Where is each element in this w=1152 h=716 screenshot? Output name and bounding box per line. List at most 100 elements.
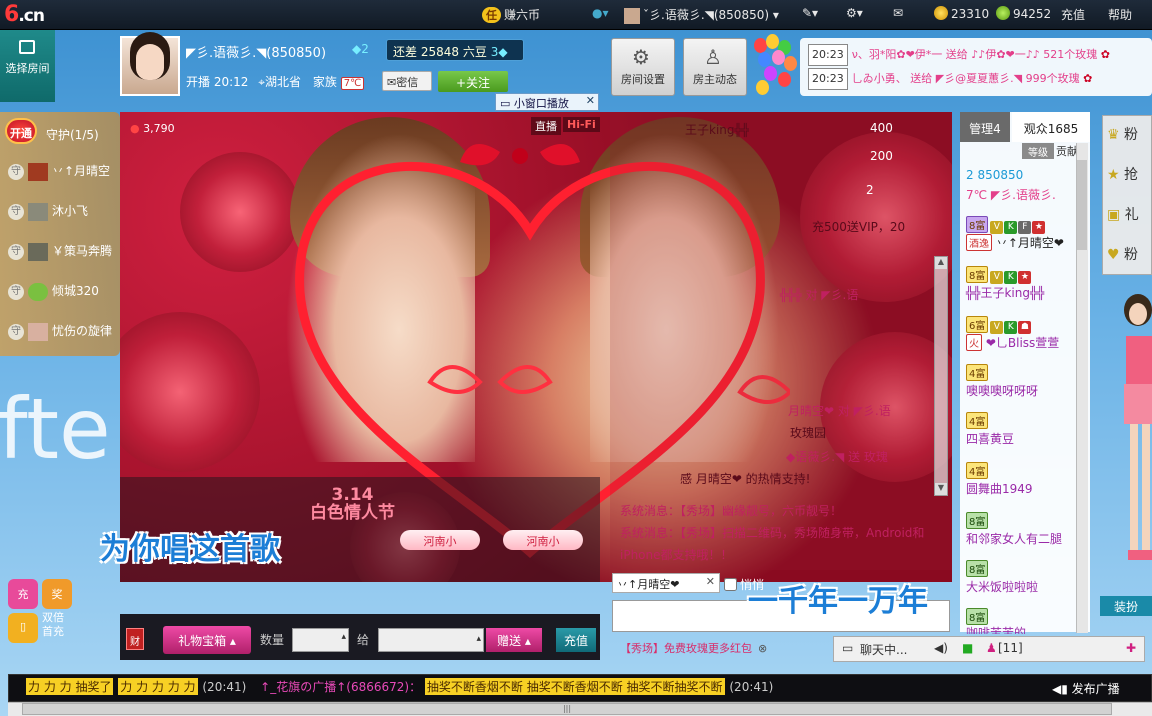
select-room-button[interactable]: 选择房间 <box>0 30 55 102</box>
room-icon <box>19 40 35 54</box>
promo-link[interactable]: 【秀场】免费玫瑰更多红包 ⊗ <box>620 640 767 656</box>
earn-coins-link[interactable]: 任赚六币 <box>482 6 540 23</box>
broadcast-text: 力 力 力 抽奖了 力 力 力 力 力 (20:41) ↑_花旗の广播↑(686… <box>26 678 774 695</box>
promo-widget[interactable]: 充 奖 ▯ 双倍 首充 <box>6 577 72 643</box>
user-menu[interactable]: ˇ彡.语薇彡.◥(850850) ▾ <box>624 6 779 24</box>
hifi-tag: Hi-Fi <box>563 117 600 132</box>
audience-row[interactable]: 4富 <box>966 364 1086 381</box>
speaker-icon[interactable]: ◀) <box>934 641 948 655</box>
audience-row-name[interactable]: 和邻家女人有二腿 <box>966 530 1086 547</box>
audience-row-name[interactable]: 噢噢噢呀呀呀 <box>966 382 1086 399</box>
star-icon: ★ <box>1107 167 1120 183</box>
recharge-link[interactable]: 充值 <box>1061 6 1085 23</box>
chat-line: ◆语薇彡.◥ 送 玫瑰 <box>786 450 888 464</box>
charge-icon[interactable]: 充 <box>8 579 38 609</box>
scroll-down-icon[interactable]: ▼ <box>935 483 947 495</box>
room-settings-button[interactable]: ⚙ 房间设置 <box>611 38 675 96</box>
balloons-decoration <box>750 32 800 102</box>
chat-line: 充500送VIP，20 <box>812 220 906 234</box>
scroll-up-icon[interactable]: ▲ <box>935 257 947 269</box>
double-first-charge[interactable]: 双倍 首充 <box>42 611 64 639</box>
chevron-down-icon[interactable]: ▴ <box>341 632 346 642</box>
guard-item[interactable]: 守 ￥策马奔腾 <box>8 242 118 264</box>
audience-row-name[interactable]: 大米饭啦啦啦 <box>966 578 1086 595</box>
chat-line: 200 <box>870 149 893 163</box>
quantity-input[interactable]: ▴ <box>292 628 349 652</box>
background-watermark: fte <box>0 380 111 478</box>
add-icon[interactable]: ✚ <box>1126 641 1136 655</box>
anchor-avatar[interactable] <box>120 36 180 96</box>
chat-line: ╬╬╬ 对 ◤彡.语 <box>780 288 859 302</box>
close-icon[interactable]: ⊗ <box>758 642 767 655</box>
gift-button[interactable]: ▣ 礼 <box>1107 196 1152 230</box>
audience-row[interactable]: 8富 V K ★ <box>966 266 1086 284</box>
audience-row-name[interactable]: 咖啡苦苦的 <box>966 624 1086 634</box>
edit-icon[interactable]: ✎▾ <box>802 6 818 20</box>
status-dot-icon[interactable]: ●▾ <box>592 6 609 20</box>
family-tag[interactable]: 7℃ <box>340 77 365 90</box>
audience-row-name[interactable]: 酒逸 丷↑月晴空❤ <box>966 234 1086 251</box>
audience-row-name[interactable]: ╬╬王子king╬╬ <box>966 284 1086 301</box>
side-actions: ♛ 粉 ★ 抢 ▣ 礼 ♥ 粉 <box>1102 115 1152 275</box>
tab-audience[interactable]: 观众1685 <box>1012 112 1090 142</box>
site-logo[interactable]: 6.cn <box>4 2 45 27</box>
anchor-level-badge: ◆2 <box>352 42 369 56</box>
chat-bubble-icon: ▭ <box>842 641 854 655</box>
mail-icon[interactable]: ✉ <box>893 6 903 20</box>
audience-row[interactable]: 6富 V K ☗ <box>966 316 1086 334</box>
publish-broadcast-button[interactable]: ◀▮ 发布广播 <box>1052 676 1146 700</box>
window-icon: ▭ <box>500 97 511 110</box>
send-gift-button[interactable]: 赠送 ▴ <box>486 628 542 652</box>
settings-gear-icon[interactable]: ⚙▾ <box>846 6 863 20</box>
fan-name-tag: 河南小 <box>503 530 583 550</box>
audience-row[interactable]: 8富 <box>966 560 1086 577</box>
audience-row[interactable]: 8富 V K F ★ <box>966 216 1086 234</box>
close-icon[interactable]: ✕ <box>586 94 595 107</box>
dress-up-button[interactable]: 装扮 <box>1100 596 1152 616</box>
mini-window-button[interactable]: ▭ 小窗口播放 ✕ <box>495 93 599 111</box>
audience-row[interactable]: 8富 <box>966 608 1086 625</box>
gift-icon: ▣ <box>1107 207 1121 223</box>
private-message-button[interactable]: ✉密信 <box>382 71 432 91</box>
chat-target-select[interactable]: 丷↑月晴空❤ ✕ <box>612 573 720 593</box>
gift-box-button[interactable]: 礼物宝箱 ▴ <box>163 626 251 654</box>
green-balance: 94252 <box>996 6 1051 21</box>
chevron-down-icon[interactable]: ▴ <box>476 634 481 644</box>
shield-icon: 守 <box>8 163 24 180</box>
horizontal-scroll-thumb[interactable]: ||| <box>22 703 1112 715</box>
audience-row[interactable]: 4富 <box>966 412 1086 429</box>
host-dynamics-button[interactable]: ♙ 房主动态 <box>683 38 747 96</box>
guard-item[interactable]: 守忧伤の旋律 <box>8 322 118 344</box>
audience-row[interactable]: 4富 <box>966 462 1086 479</box>
anchor-name[interactable]: ◤彡.语薇彡.◥(850850) <box>186 42 326 61</box>
prize-icon[interactable]: 奖 <box>42 579 72 609</box>
phone-icon[interactable]: ▯ <box>8 613 38 643</box>
guard-item[interactable]: 守倾城320 <box>8 282 118 304</box>
whisper-check[interactable] <box>724 578 737 591</box>
audience-row[interactable]: 7℃ ◤彡.语薇彡. <box>966 186 1086 203</box>
fans-heart-button[interactable]: ♥ 粉 <box>1107 236 1152 270</box>
audience-row-name[interactable]: 圆舞曲1949 <box>966 480 1086 497</box>
close-icon[interactable]: ✕ <box>706 575 715 588</box>
audience-row-name[interactable]: 火 ❤乚Bliss萱萱 <box>966 334 1086 351</box>
chat-line: 玫瑰园 <box>790 426 827 440</box>
recharge-button[interactable]: 充值 <box>556 628 596 652</box>
sort-by-level[interactable]: 等级 <box>1022 143 1054 159</box>
guard-item[interactable]: 守丷↑月晴空 <box>8 162 118 184</box>
open-guard-button[interactable]: 开通 <box>5 118 37 144</box>
guard-item[interactable]: 守沐小飞 <box>8 202 118 224</box>
grab-button[interactable]: ★ 抢 <box>1107 156 1152 190</box>
tab-admins[interactable]: 管理4 <box>960 112 1010 142</box>
audience-row[interactable]: 2 850850 <box>966 168 1086 182</box>
audience-row-name[interactable]: 四喜黄豆 <box>966 430 1086 447</box>
chat-status-label[interactable]: 聊天中... <box>860 641 907 658</box>
gear-icon: ⚙ <box>632 45 650 69</box>
cai-icon[interactable]: 财 <box>126 628 144 650</box>
fans-button[interactable]: ♛ 粉 <box>1107 116 1152 150</box>
audience-row[interactable]: 8富 <box>966 512 1086 529</box>
help-link[interactable]: 帮助 <box>1108 6 1132 23</box>
follow-button[interactable]: +关注 <box>438 71 508 92</box>
level-progress-box: 还差 25848 六豆 3◆ <box>386 39 524 61</box>
chat-scrollbar[interactable]: ▲ ▼ <box>934 256 948 496</box>
recipient-input[interactable]: ▴ <box>378 628 484 652</box>
